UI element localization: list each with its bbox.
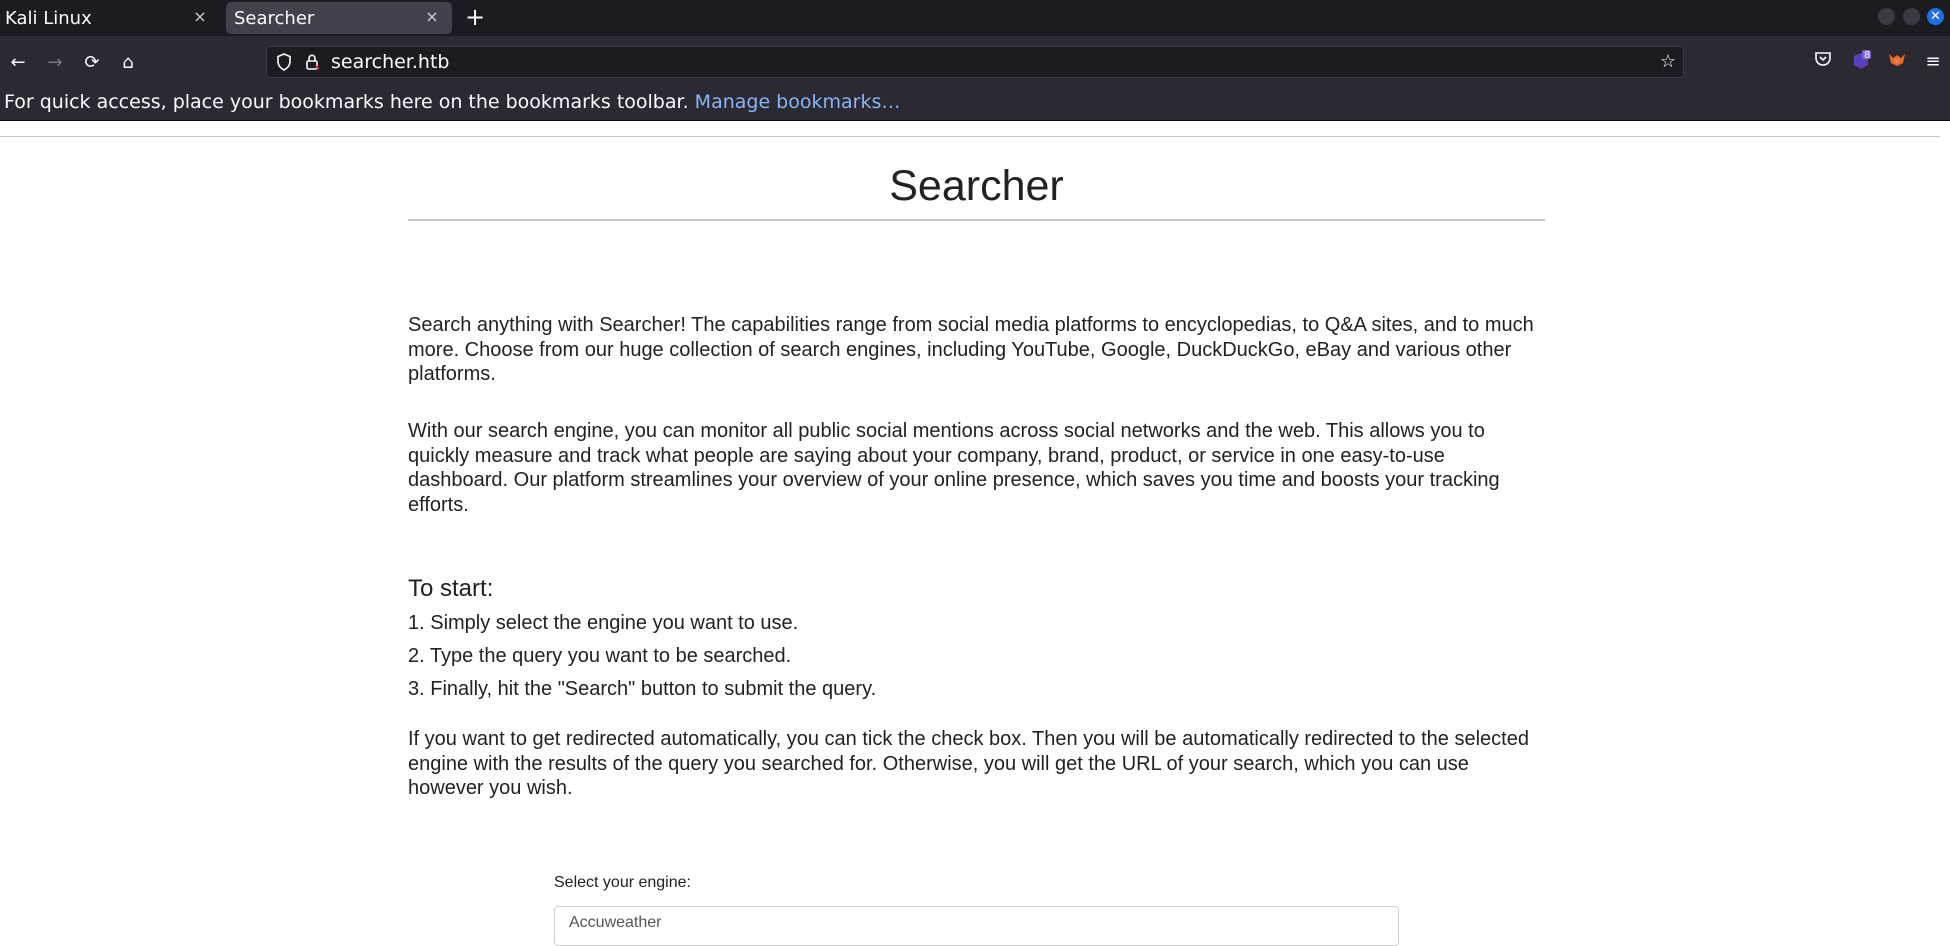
url-text[interactable]: searcher.htb	[331, 51, 449, 73]
page-top-divider	[0, 136, 1940, 137]
tab-label: Searcher	[234, 7, 315, 29]
manage-bookmarks-link[interactable]: Manage bookmarks…	[695, 91, 901, 113]
page-title: Searcher	[889, 162, 1064, 210]
engine-label: Select your engine:	[554, 874, 691, 891]
tab-kali-linux[interactable]: Kali Linux ×	[0, 2, 220, 34]
reload-icon[interactable]: ⟳	[79, 50, 105, 76]
menu-hamburger-icon[interactable]: ≡	[1921, 50, 1945, 74]
close-icon[interactable]: ×	[190, 7, 210, 27]
bookmarks-hint: For quick access, place your bookmarks h…	[4, 91, 689, 113]
shield-icon[interactable]	[275, 53, 293, 71]
address-bar[interactable]: searcher.htb ☆	[266, 46, 1684, 78]
redirect-paragraph: If you want to get redirected automatica…	[408, 728, 1529, 799]
close-icon[interactable]: ×	[422, 7, 442, 27]
list-item: 3. Finally, hit the "Search" button to s…	[408, 678, 877, 700]
maximize-button[interactable]	[1903, 8, 1920, 25]
forward-arrow-icon[interactable]: →	[42, 50, 68, 76]
page-content: Searcher Search anything with Searcher! …	[408, 150, 1545, 799]
steps-list: 1. Simply select the engine you want to …	[408, 611, 876, 710]
home-icon[interactable]: ⌂	[115, 50, 141, 76]
bookmark-star-icon[interactable]: ☆	[1659, 53, 1677, 71]
extension-icon[interactable]: 8	[1849, 50, 1873, 74]
minimize-button[interactable]	[1878, 8, 1895, 25]
intro-paragraph-2: With our search engine, you can monitor …	[408, 420, 1500, 516]
search-form: Select your engine: Accuweather	[554, 874, 1399, 946]
new-tab-button[interactable]: +	[462, 4, 488, 30]
list-item: 1. Simply select the engine you want to …	[408, 612, 799, 634]
extension-badge: 8	[1864, 50, 1871, 61]
window-close-icon[interactable]: ✕	[1927, 8, 1944, 25]
start-heading: To start:	[408, 575, 494, 602]
lock-icon[interactable]	[303, 53, 321, 71]
bookmarks-toolbar: For quick access, place your bookmarks h…	[0, 88, 1950, 121]
tab-label: Kali Linux	[5, 7, 92, 29]
foxyproxy-icon[interactable]	[1885, 50, 1909, 74]
tab-searcher[interactable]: Searcher ×	[226, 2, 452, 34]
engine-select[interactable]: Accuweather	[554, 906, 1399, 946]
pocket-icon[interactable]	[1811, 50, 1835, 74]
list-item: 2. Type the query you want to be searche…	[408, 645, 792, 667]
tab-strip: Kali Linux × Searcher × + ✕	[0, 0, 1950, 36]
back-arrow-icon[interactable]: ←	[5, 50, 31, 76]
title-divider	[408, 219, 1545, 221]
intro-paragraph-1: Search anything with Searcher! The capab…	[408, 314, 1534, 385]
